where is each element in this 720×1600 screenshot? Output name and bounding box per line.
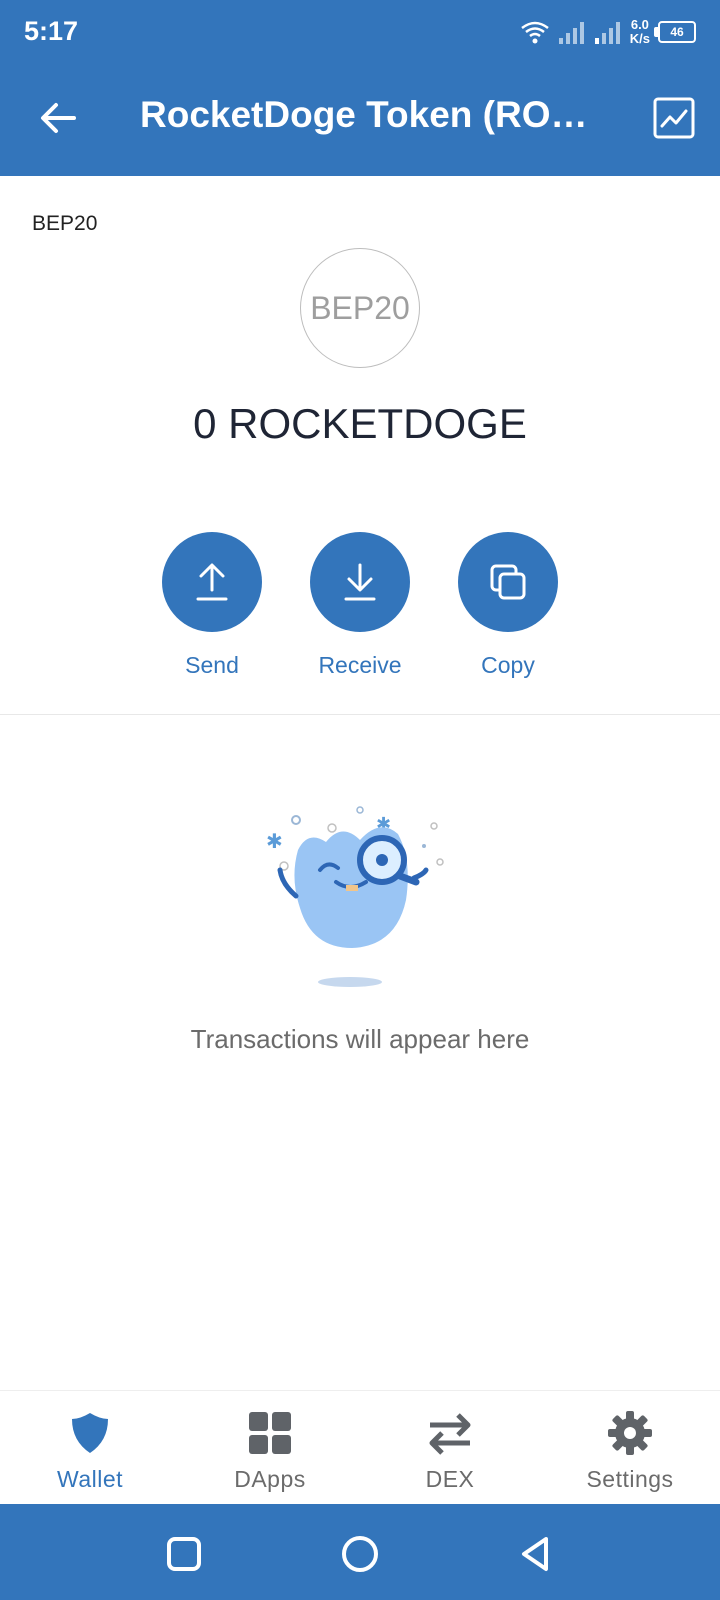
swap-icon bbox=[429, 1413, 471, 1455]
token-balance: 0 ROCKETDOGE bbox=[193, 400, 527, 447]
status-time: 5:17 bbox=[24, 16, 79, 46]
token-logo-text: BEP20 bbox=[310, 289, 410, 326]
bottom-nav: Wallet DApps DEX Settings bbox=[0, 1390, 720, 1505]
copy-icon bbox=[490, 564, 526, 600]
app-bar: RocketDoge Token (RO… bbox=[0, 64, 720, 176]
send-label: Send bbox=[185, 652, 239, 678]
battery-icon: 46 bbox=[654, 21, 696, 43]
receive-circle[interactable] bbox=[310, 532, 410, 632]
page-title: RocketDoge Token (RO… bbox=[140, 94, 588, 135]
home-icon[interactable] bbox=[340, 1534, 380, 1574]
copy-label: Copy bbox=[481, 652, 535, 678]
nav-settings[interactable]: Settings bbox=[560, 1409, 700, 1493]
status-icons: 6.0 K/s 46 bbox=[520, 14, 696, 50]
network-label: BEP20 bbox=[32, 212, 98, 235]
copy-button[interactable]: Copy bbox=[448, 532, 568, 679]
nav-dex-label: DEX bbox=[425, 1466, 475, 1492]
gear-icon bbox=[608, 1411, 652, 1455]
signal-icon-2 bbox=[594, 22, 620, 44]
nav-wallet-label: Wallet bbox=[56, 1466, 124, 1492]
back-arrow-icon[interactable] bbox=[34, 94, 82, 142]
nav-dex[interactable]: DEX bbox=[380, 1409, 520, 1493]
nav-wallet[interactable]: Wallet bbox=[20, 1409, 160, 1493]
price-chart-icon[interactable] bbox=[652, 96, 696, 140]
download-arrow-icon bbox=[344, 563, 376, 601]
network-speed: 6.0 K/s bbox=[629, 17, 650, 46]
empty-transactions-illustration: ✱ ✱ bbox=[266, 806, 444, 987]
svg-text:✱: ✱ bbox=[266, 829, 283, 853]
send-circle[interactable] bbox=[162, 532, 262, 632]
system-nav-bar bbox=[0, 1504, 720, 1600]
recent-apps-icon[interactable] bbox=[164, 1534, 204, 1574]
shield-icon bbox=[72, 1413, 108, 1453]
back-triangle-icon[interactable] bbox=[516, 1534, 556, 1574]
grid-icon bbox=[249, 1412, 291, 1454]
empty-state-message: Transactions will appear here bbox=[190, 1024, 530, 1054]
nav-dapps[interactable]: DApps bbox=[200, 1409, 340, 1493]
token-logo: BEP20 bbox=[300, 248, 420, 368]
receive-button[interactable]: Receive bbox=[300, 532, 420, 679]
signal-icon bbox=[558, 22, 584, 44]
copy-circle[interactable] bbox=[458, 532, 558, 632]
status-bar: 5:17 6.0 K/s 46 bbox=[0, 0, 720, 64]
nav-settings-label: Settings bbox=[586, 1466, 674, 1492]
wifi-icon bbox=[521, 21, 549, 44]
section-divider bbox=[0, 714, 720, 715]
receive-label: Receive bbox=[318, 652, 402, 678]
nav-dapps-label: DApps bbox=[234, 1466, 306, 1492]
upload-arrow-icon bbox=[196, 563, 228, 601]
send-button[interactable]: Send bbox=[152, 532, 272, 679]
